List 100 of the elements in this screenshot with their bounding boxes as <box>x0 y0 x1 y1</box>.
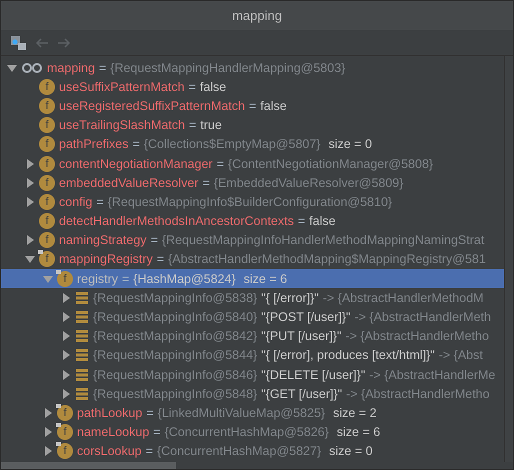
entry-target: -> {AbstractHandlerMetho <box>346 386 490 401</box>
equals-sign: = <box>188 80 196 94</box>
entry-target: -> {AbstractHandlerMeth <box>354 310 491 324</box>
list-icon <box>75 290 89 305</box>
list-icon <box>75 386 89 401</box>
expand-arrow-icon[interactable] <box>61 292 71 303</box>
size-text: size = 2 <box>333 406 377 420</box>
field-badge: f <box>39 78 55 95</box>
object-reference: {EmbeddedValueResolver@5809} <box>214 176 404 190</box>
variable-name: mappingRegistry <box>59 252 153 266</box>
entry-key: {RequestMappingInfo@5848} <box>93 386 258 401</box>
object-reference: {RequestMappingInfoHandlerMethodMappingNamingStrat <box>162 233 484 248</box>
size-text: size = 0 <box>329 444 373 458</box>
object-reference: {HashMap@5824} <box>133 272 236 286</box>
list-icon <box>75 368 89 382</box>
entry-key: {RequestMappingInfo@5844} <box>93 348 258 362</box>
variable-name: detectHandlerMethodsInAncestorContexts <box>59 214 294 228</box>
selection-highlight[interactable]: f registry = {HashMap@5824} size = 6 <box>1 269 504 288</box>
variable-name: corsLookup <box>77 444 142 458</box>
variable-name: useSuffixPatternMatch <box>59 80 185 94</box>
equals-sign: = <box>202 176 210 190</box>
expand-arrow-icon[interactable] <box>43 408 53 418</box>
horizontal-scrollbar[interactable] <box>1 462 176 469</box>
expand-arrow-icon[interactable] <box>25 196 35 207</box>
field-badge: f <box>57 424 73 440</box>
expand-arrow-icon[interactable] <box>25 235 35 246</box>
field-badge: f <box>39 98 55 114</box>
variable-value: true <box>200 118 222 132</box>
variable-name: mapping <box>47 60 95 75</box>
expand-arrow-icon[interactable] <box>61 388 71 399</box>
equals-sign: = <box>153 425 161 440</box>
equals-sign: = <box>146 444 153 458</box>
size-text: size = 6 <box>336 425 380 440</box>
expand-arrow-icon[interactable] <box>43 427 53 438</box>
variable-name: nameLookup <box>77 425 150 440</box>
entry-label: "{ [/error]}" <box>261 290 319 305</box>
equals-sign: = <box>122 272 130 286</box>
variable-name: embeddedValueResolver <box>59 176 198 190</box>
object-reference: {ConcurrentHashMap@5826} <box>164 425 329 440</box>
size-text: size = 6 <box>244 272 288 286</box>
glasses-icon <box>21 62 43 74</box>
variable-name: registry <box>77 272 118 286</box>
object-reference: {Collections$EmptyMap@5807} <box>144 137 320 152</box>
entry-target: -> {Abst <box>438 348 483 362</box>
list-icon <box>75 348 89 362</box>
entry-key: {RequestMappingInfo@5846} <box>93 368 258 382</box>
field-badge: f <box>39 174 55 191</box>
object-reference: {RequestMappingHandlerMapping@5803} <box>110 60 346 75</box>
expand-arrow-icon[interactable] <box>25 158 35 169</box>
field-badge: f <box>57 270 73 287</box>
expand-arrow-icon[interactable] <box>43 446 53 456</box>
expand-arrow-icon[interactable] <box>61 350 71 360</box>
equals-sign: = <box>98 60 106 75</box>
collapse-arrow-icon[interactable] <box>7 62 17 73</box>
entry-key: {RequestMappingInfo@5840} <box>93 310 258 324</box>
variable-name: pathLookup <box>77 406 142 420</box>
field-badge: f <box>39 251 55 268</box>
field-badge: f <box>57 404 73 421</box>
expand-arrow-icon[interactable] <box>61 312 71 322</box>
entry-label: "{ [/error], produces [text/html]}" <box>261 348 435 362</box>
field-badge: f <box>39 136 55 152</box>
size-text: size = 0 <box>328 137 372 152</box>
object-reference: {ContentNegotiationManager@5808} <box>228 156 434 171</box>
collapse-arrow-icon[interactable] <box>25 254 35 264</box>
field-badge: f <box>39 232 55 248</box>
equals-sign: = <box>248 98 256 113</box>
object-reference: {LinkedMultiValueMap@5825} <box>158 406 326 420</box>
entry-target: -> {AbstractHandlerMethodM <box>322 290 484 305</box>
expand-arrow-icon[interactable] <box>61 331 71 342</box>
equals-sign: = <box>150 233 158 248</box>
field-badge: f <box>39 117 55 134</box>
field-badge: f <box>39 156 55 172</box>
variable-value: false <box>260 98 287 113</box>
list-icon <box>75 329 89 344</box>
variable-value: false <box>309 214 336 228</box>
variable-name: pathPrefixes <box>59 137 128 152</box>
variable-value: false <box>200 80 226 94</box>
expand-arrow-icon[interactable] <box>61 370 71 380</box>
variable-name: useTrailingSlashMatch <box>59 118 185 132</box>
equals-sign: = <box>188 118 196 132</box>
entry-label: "{DELETE [/user]}" <box>261 368 366 382</box>
entry-key: {RequestMappingInfo@5842} <box>93 329 258 344</box>
object-reference: {RequestMappingInfo$BuilderConfiguration@5810} <box>108 194 392 209</box>
variable-name: useRegisteredSuffixPatternMatch <box>59 98 245 113</box>
object-reference: {AbstractHandlerMethodMapping$MappingRegistry@581 <box>168 252 486 266</box>
entry-target: -> {AbstractHandlerMe <box>369 368 496 382</box>
entry-label: "{POST [/user]}" <box>261 310 350 324</box>
object-reference: {ConcurrentHashMap@5827} <box>156 444 322 458</box>
equals-sign: = <box>298 214 306 228</box>
equals-sign: = <box>156 252 164 266</box>
entry-label: "{GET [/user]}" <box>261 386 342 401</box>
window-title: mapping <box>1 1 513 30</box>
layout-icon[interactable] <box>10 34 28 50</box>
variable-name: config <box>59 194 92 209</box>
entry-target: -> {AbstractHandlerMetho <box>345 329 489 344</box>
equals-sign: = <box>146 406 154 420</box>
equals-sign: = <box>132 137 140 152</box>
expand-arrow-icon[interactable] <box>25 178 35 188</box>
field-badge: f <box>39 194 55 210</box>
field-badge: f <box>57 443 73 460</box>
